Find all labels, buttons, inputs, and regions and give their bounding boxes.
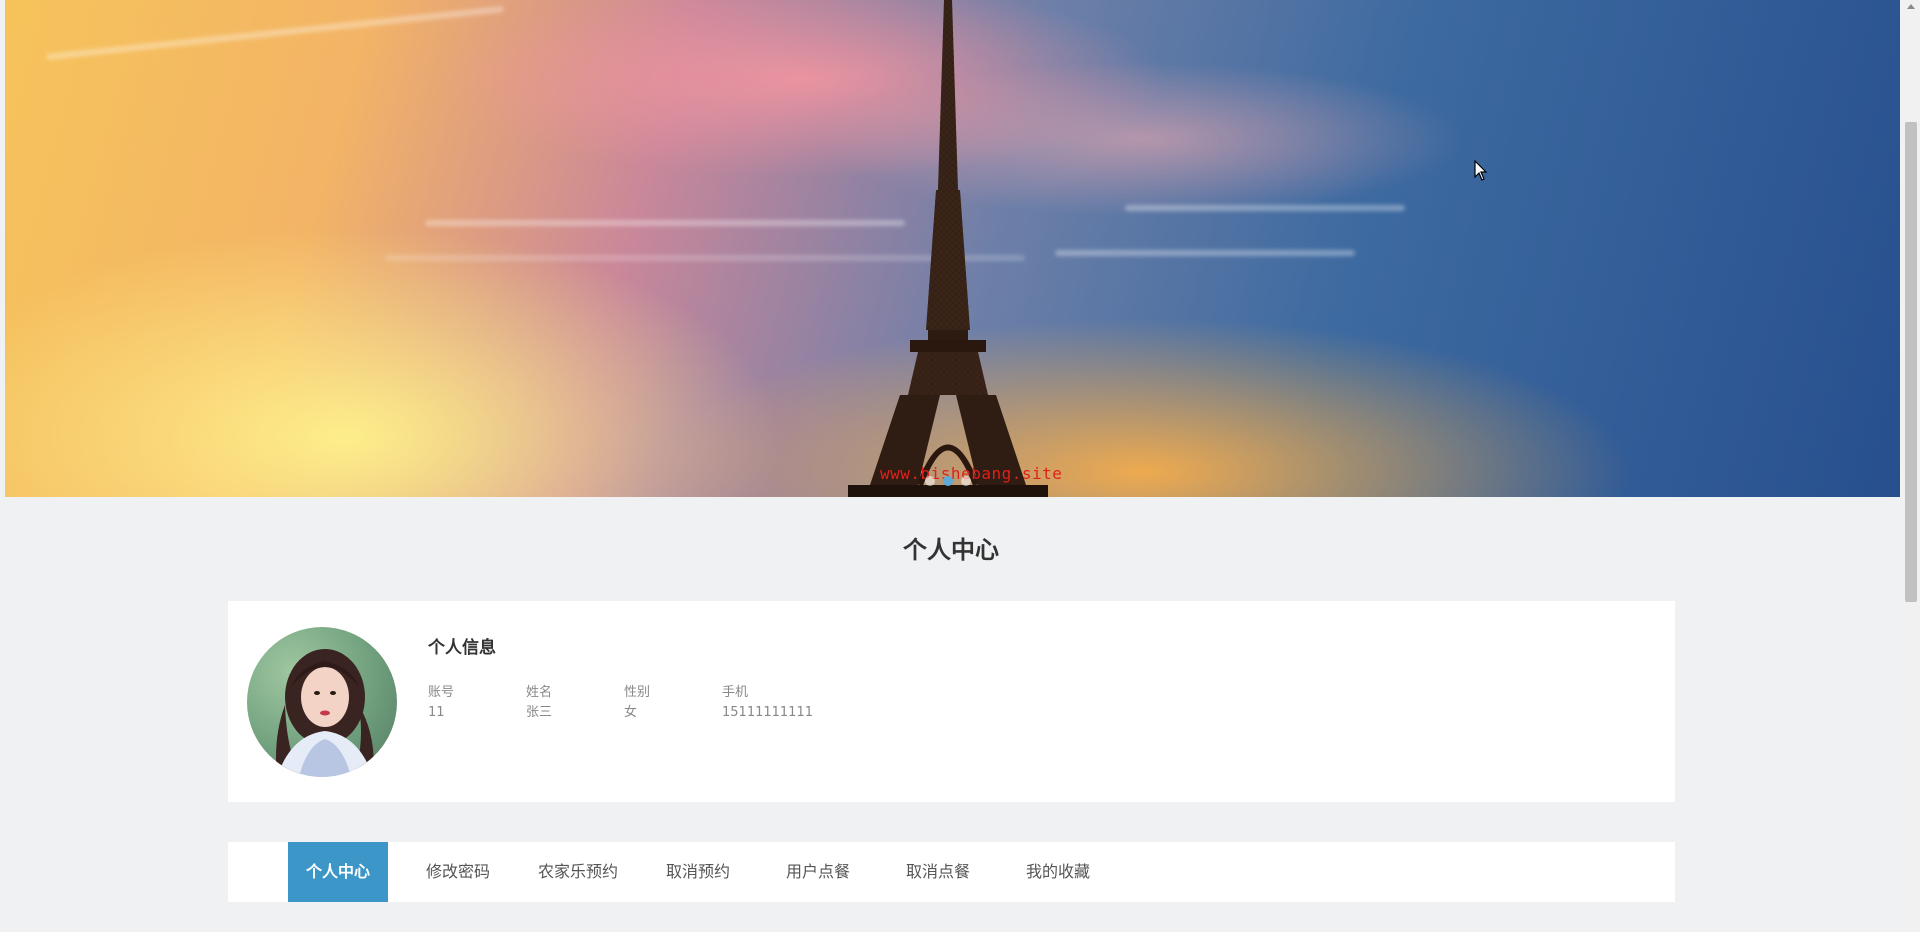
mouse-cursor-icon: [1474, 160, 1488, 181]
page-scrollbar[interactable]: [1902, 0, 1920, 932]
info-fields: 账号 11 姓名 张三 性别 女 手机 15111111111: [428, 683, 842, 723]
page-title: 个人中心: [903, 536, 999, 564]
carousel-dot[interactable]: [961, 476, 971, 486]
field-label: 性别: [624, 685, 651, 700]
banner-cloud: [1125, 205, 1405, 211]
eiffel-tower-image: [848, 0, 1048, 497]
scrollbar-thumb[interactable]: [1905, 122, 1917, 602]
banner-cloud: [45, 5, 505, 61]
profile-card: 个人信息 账号 11 姓名 张三 性别 女 手机 15111111111: [228, 601, 1675, 802]
field-account: 账号 11: [428, 683, 526, 723]
field-name: 姓名 张三: [526, 683, 624, 723]
field-value: 张三: [526, 705, 553, 720]
banner-carousel[interactable]: www.bishebang.site: [5, 0, 1900, 497]
carousel-indicators: [925, 476, 971, 486]
tab-change-password[interactable]: 修改密码: [408, 842, 508, 902]
tab-my-favorites[interactable]: 我的收藏: [1008, 842, 1108, 902]
field-label: 手机: [722, 685, 749, 700]
tab-farmstay-booking[interactable]: 农家乐预约: [518, 842, 638, 902]
field-label: 姓名: [526, 685, 553, 700]
field-value: 15111111111: [722, 705, 813, 720]
scroll-up-arrow-icon[interactable]: [1907, 4, 1915, 9]
field-phone: 手机 15111111111: [722, 683, 842, 723]
banner-cloud: [425, 220, 905, 226]
tab-cancel-order[interactable]: 取消点餐: [888, 842, 988, 902]
avatar-portrait-icon: [276, 649, 374, 777]
banner-cloud: [1055, 250, 1355, 256]
field-value: 11: [428, 705, 445, 720]
tab-personal-center[interactable]: 个人中心: [288, 842, 388, 902]
carousel-dot[interactable]: [925, 476, 935, 486]
field-label: 账号: [428, 685, 455, 700]
field-gender: 性别 女: [624, 683, 722, 723]
carousel-dot-active[interactable]: [943, 476, 953, 486]
avatar: [247, 627, 397, 777]
tab-user-order[interactable]: 用户点餐: [768, 842, 868, 902]
watermark-text: www.bishebang.site: [880, 464, 1063, 483]
user-center-tabs: 个人中心 修改密码 农家乐预约 取消预约 用户点餐 取消点餐 我的收藏: [228, 842, 1675, 902]
page: www.bishebang.site 个人中心 个人信息 账号 11 姓名 张三…: [0, 0, 1920, 932]
tab-cancel-booking[interactable]: 取消预约: [648, 842, 748, 902]
field-value: 女: [624, 705, 638, 720]
info-title: 个人信息: [428, 638, 496, 658]
